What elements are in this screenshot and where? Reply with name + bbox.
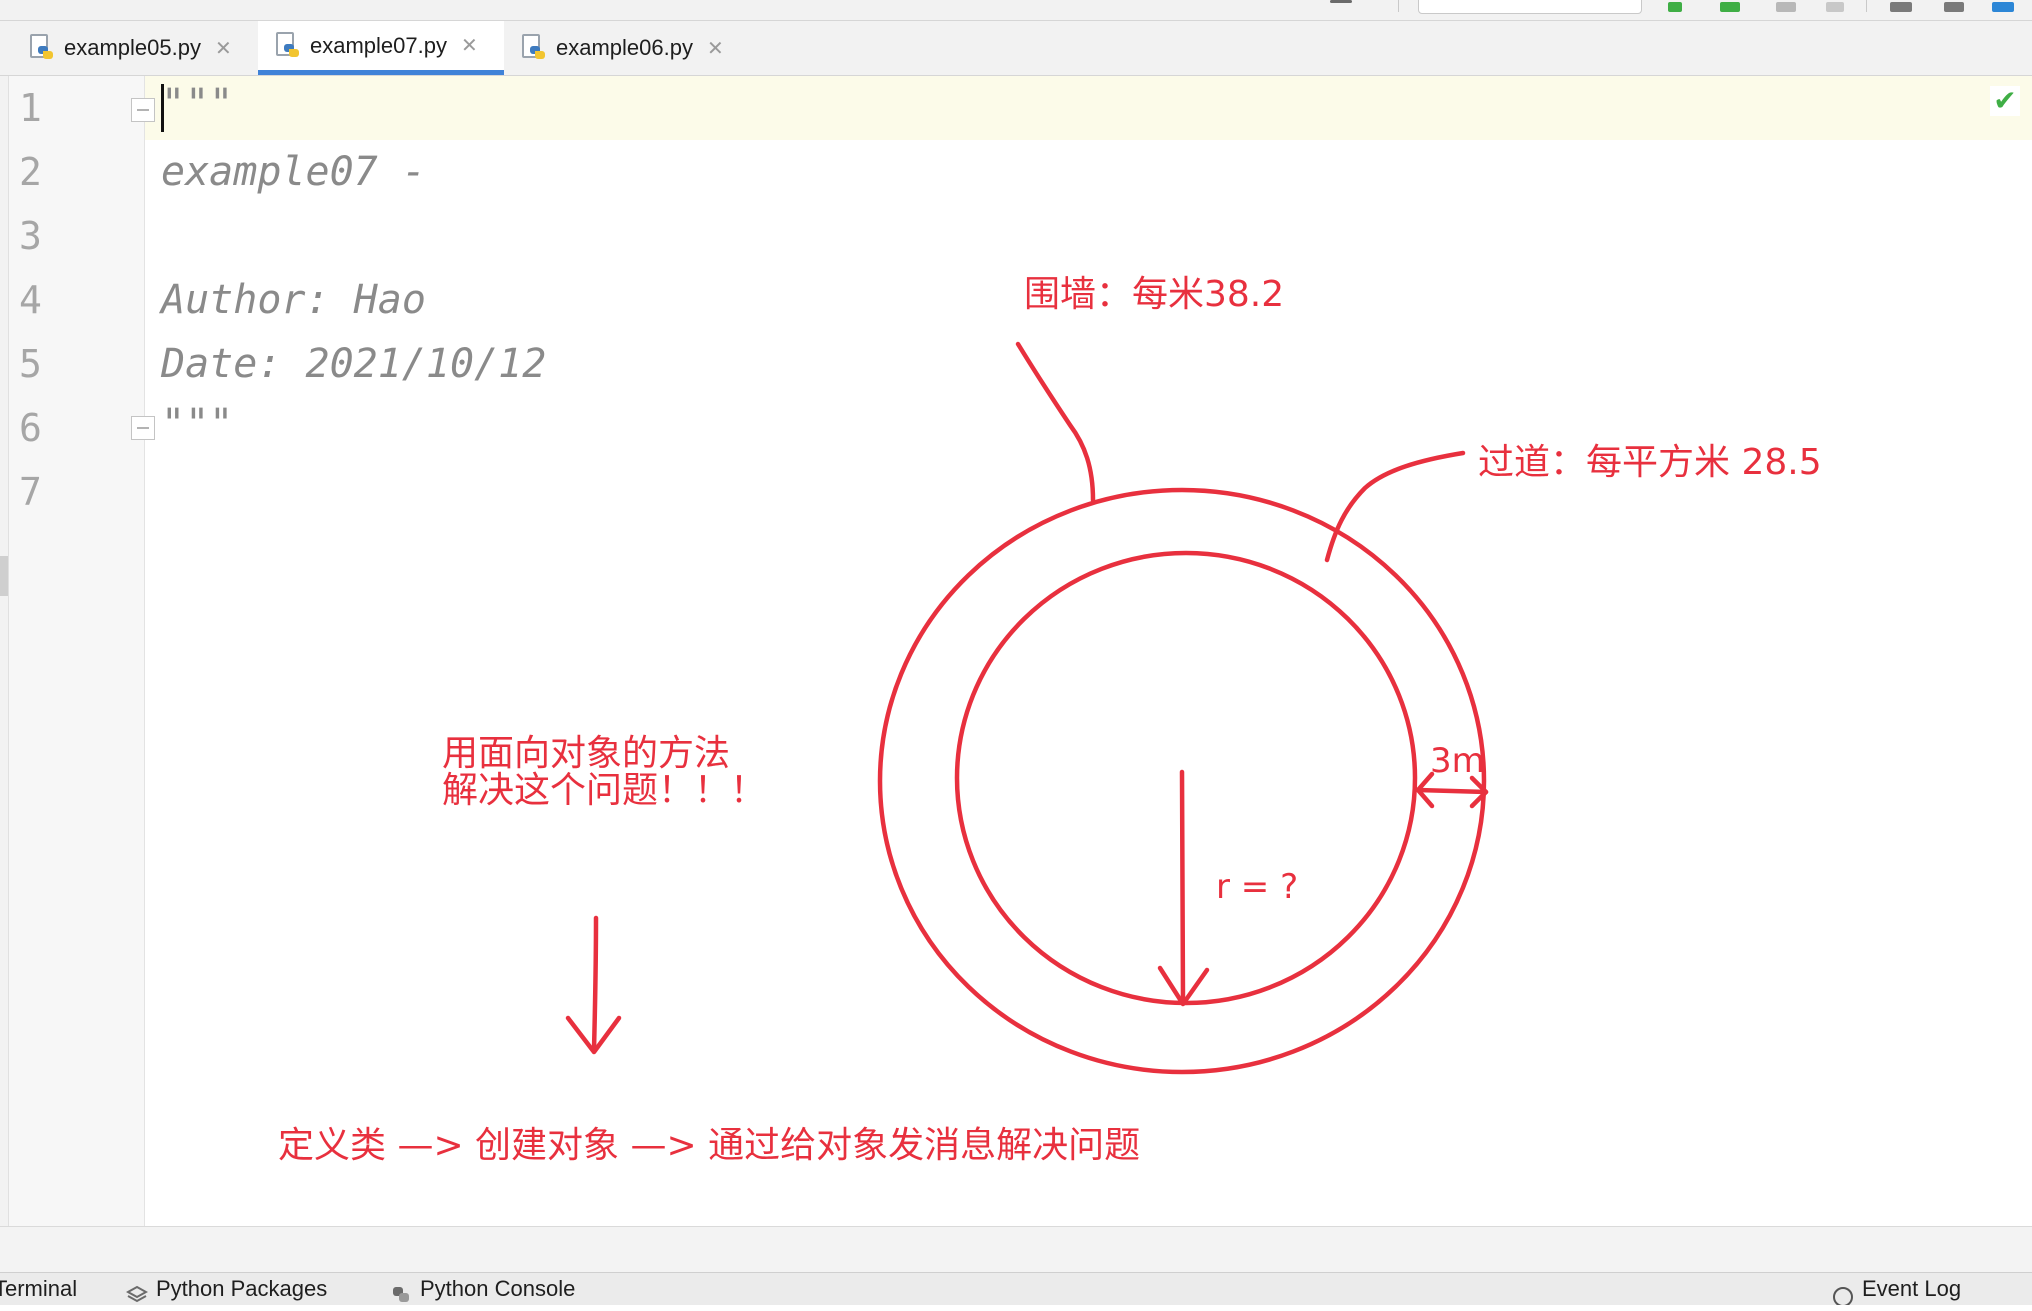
annotation-drawing — [565, 341, 1489, 1075]
radius-arrow-line — [1179, 769, 1186, 1005]
tool-window-bar: Terminal Python Packages Python Console … — [0, 1272, 2032, 1305]
terminal-label: Terminal — [0, 1276, 78, 1301]
aisle-pointer-line — [1324, 450, 1466, 563]
hint-line-1: 用面向对象的方法 — [442, 733, 731, 774]
event-log-label: Event Log — [1862, 1276, 1962, 1301]
down-arrow-line — [591, 915, 599, 1053]
python-console-button[interactable]: Python Console — [390, 1273, 575, 1305]
flow-label: 定义类 —> 创建对象 —> 通过给对象发消息解决问题 — [278, 1125, 1141, 1166]
editor-bottom-area — [0, 1226, 2032, 1273]
terminal-button[interactable]: Terminal — [0, 1273, 77, 1305]
radius-label: r = ? — [1216, 867, 1299, 907]
layers-icon — [126, 1285, 148, 1303]
python-console-label: Python Console — [420, 1276, 576, 1301]
hint-line-2: 解决这个问题！！！ — [442, 770, 767, 811]
aisle-label: 过道：每平方米 28.5 — [1478, 442, 1822, 483]
python-packages-button[interactable]: Python Packages — [126, 1273, 327, 1305]
wall-pointer-line — [1015, 341, 1096, 503]
width-arrow-line — [1415, 787, 1489, 795]
python-packages-label: Python Packages — [156, 1276, 328, 1301]
inner-circle — [954, 550, 1418, 1006]
event-log-icon — [1833, 1287, 1853, 1305]
wall-label: 围墙：每米38.2 — [1024, 274, 1285, 315]
python-console-icon — [393, 1287, 409, 1302]
width-label: 3m — [1430, 741, 1485, 781]
event-log-button[interactable]: Event Log — [1832, 1273, 1961, 1305]
